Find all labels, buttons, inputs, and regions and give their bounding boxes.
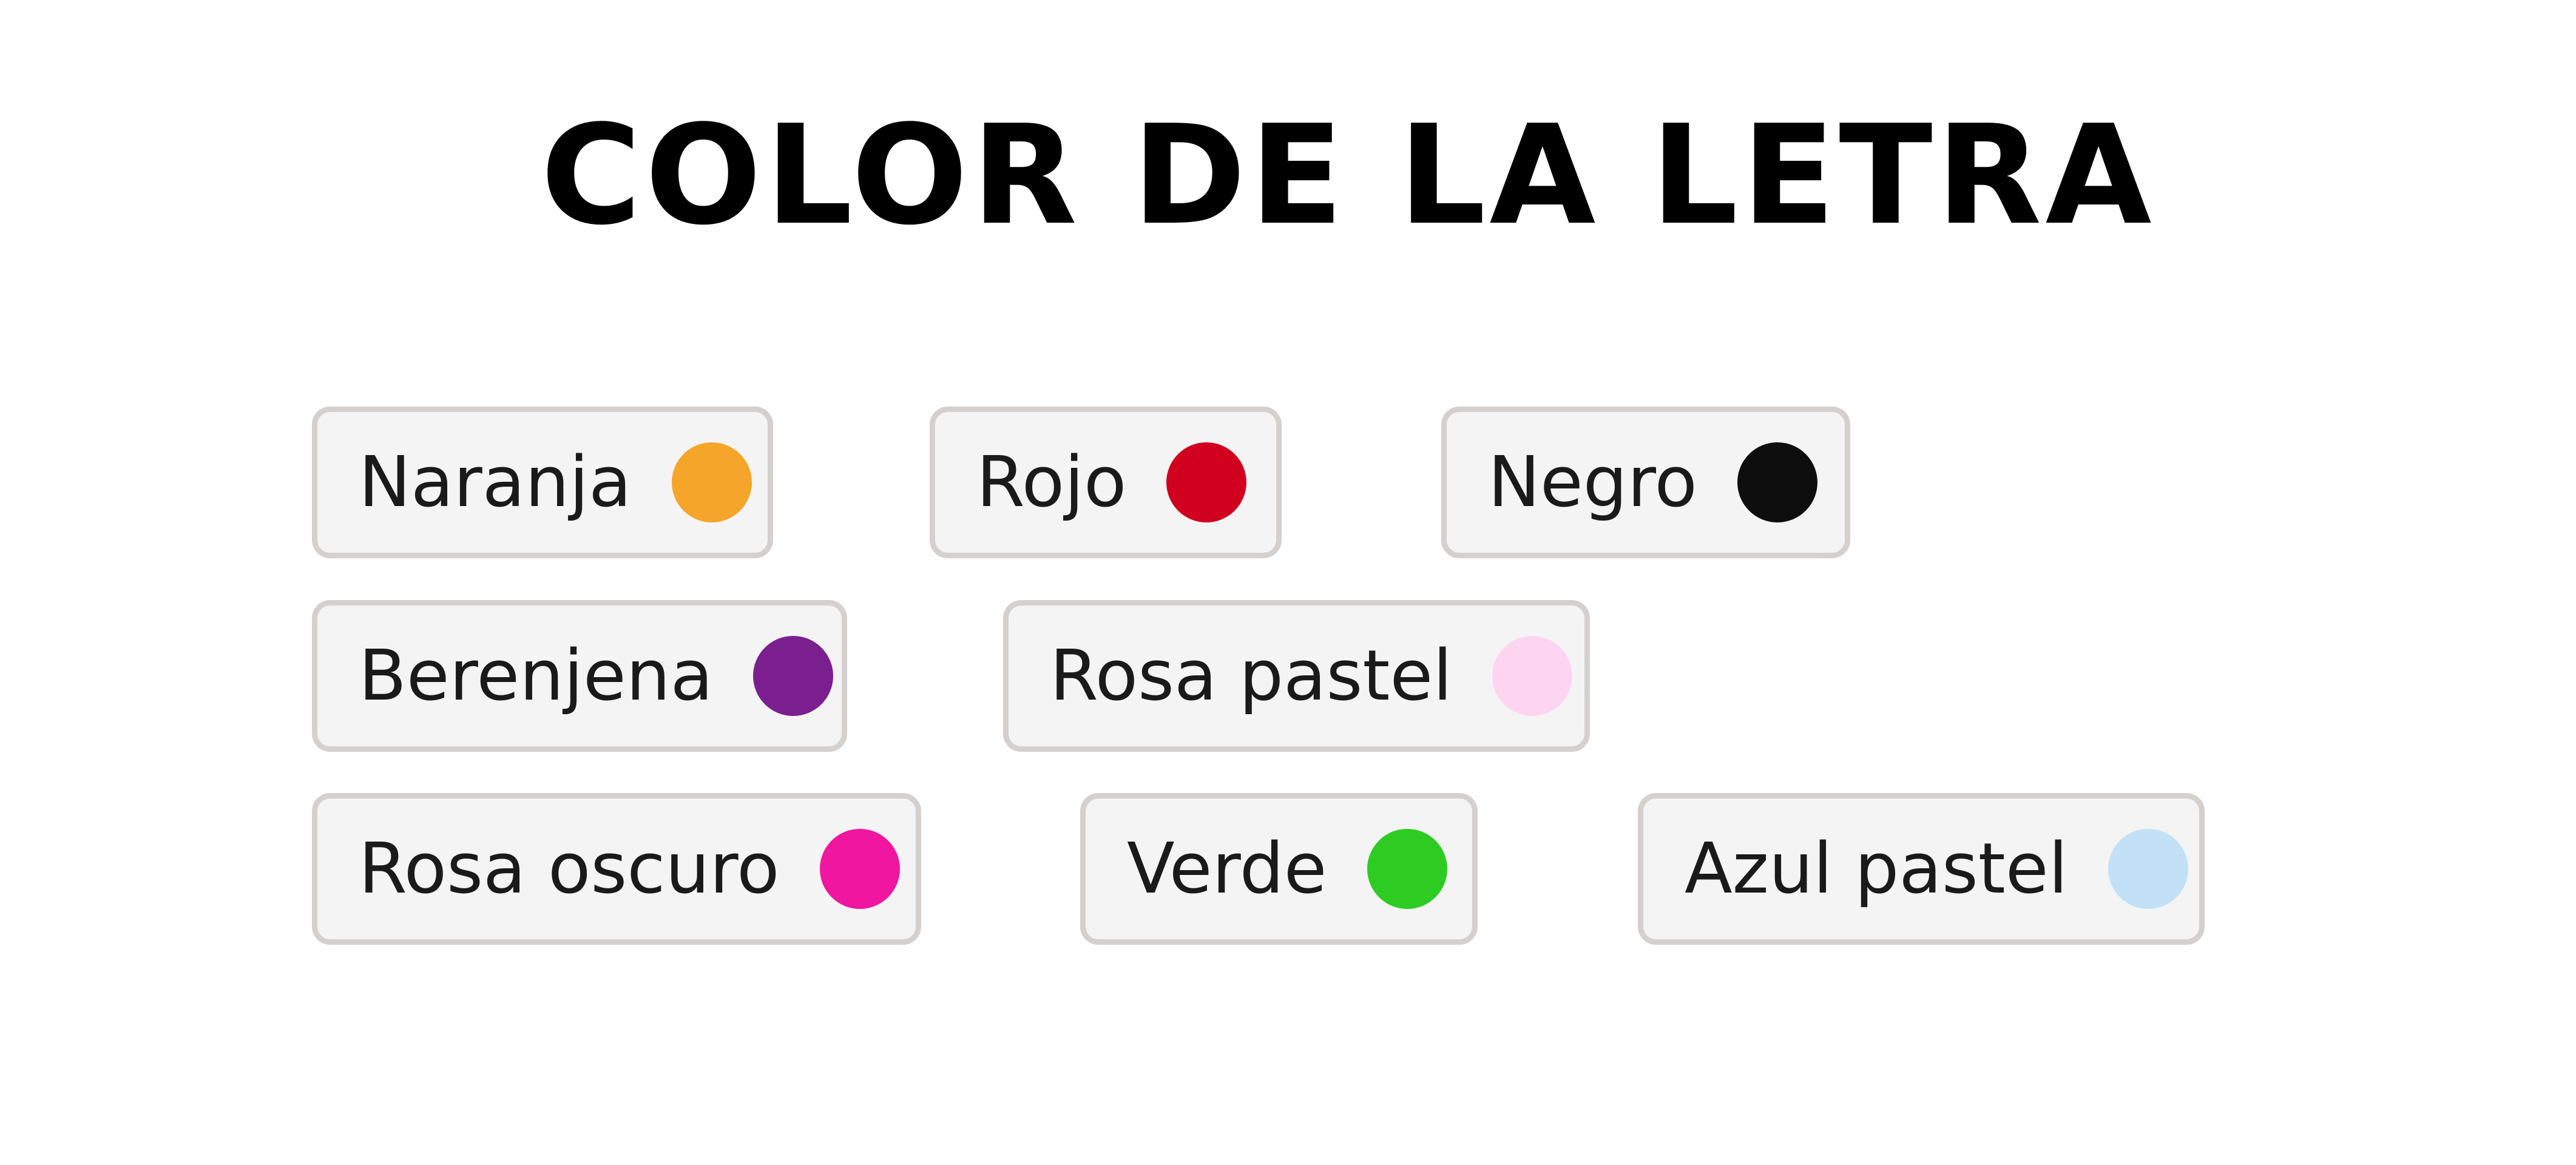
- color-swatch-rosa-oscuro: [819, 829, 900, 909]
- color-swatch-rojo: [1166, 442, 1247, 522]
- color-option-rojo[interactable]: Rojo: [930, 407, 1282, 558]
- color-option-rosa-pastel[interactable]: Rosa pastel: [1003, 600, 1590, 752]
- color-option-label: Rojo: [976, 442, 1127, 523]
- color-option-label: Negro: [1488, 442, 1697, 523]
- color-option-label: Berenjena: [359, 635, 714, 717]
- color-option-label: Rosa oscuro: [359, 828, 780, 910]
- color-option-rosa-oscuro[interactable]: Rosa oscuro: [312, 793, 921, 945]
- color-option-label: Verde: [1127, 828, 1327, 910]
- color-swatch-berenjena: [753, 636, 834, 716]
- color-swatch-naranja: [671, 442, 752, 522]
- color-option-negro[interactable]: Negro: [1441, 407, 1850, 558]
- color-option-label: Azul pastel: [1685, 828, 2068, 910]
- color-option-label: Rosa pastel: [1050, 635, 1453, 717]
- color-swatch-rosa-pastel: [1492, 636, 1573, 716]
- color-swatch-azul-pastel: [2108, 829, 2188, 909]
- color-option-naranja[interactable]: Naranja: [312, 407, 773, 558]
- color-option-verde[interactable]: Verde: [1080, 793, 1478, 945]
- color-option-label: Naranja: [359, 442, 632, 523]
- color-option-berenjena[interactable]: Berenjena: [312, 600, 847, 752]
- page-title: COLOR DE LA LETRA: [541, 96, 2155, 255]
- color-option-azul-pastel[interactable]: Azul pastel: [1638, 793, 2205, 945]
- color-swatch-negro: [1737, 442, 1817, 522]
- color-swatch-verde: [1367, 829, 1447, 909]
